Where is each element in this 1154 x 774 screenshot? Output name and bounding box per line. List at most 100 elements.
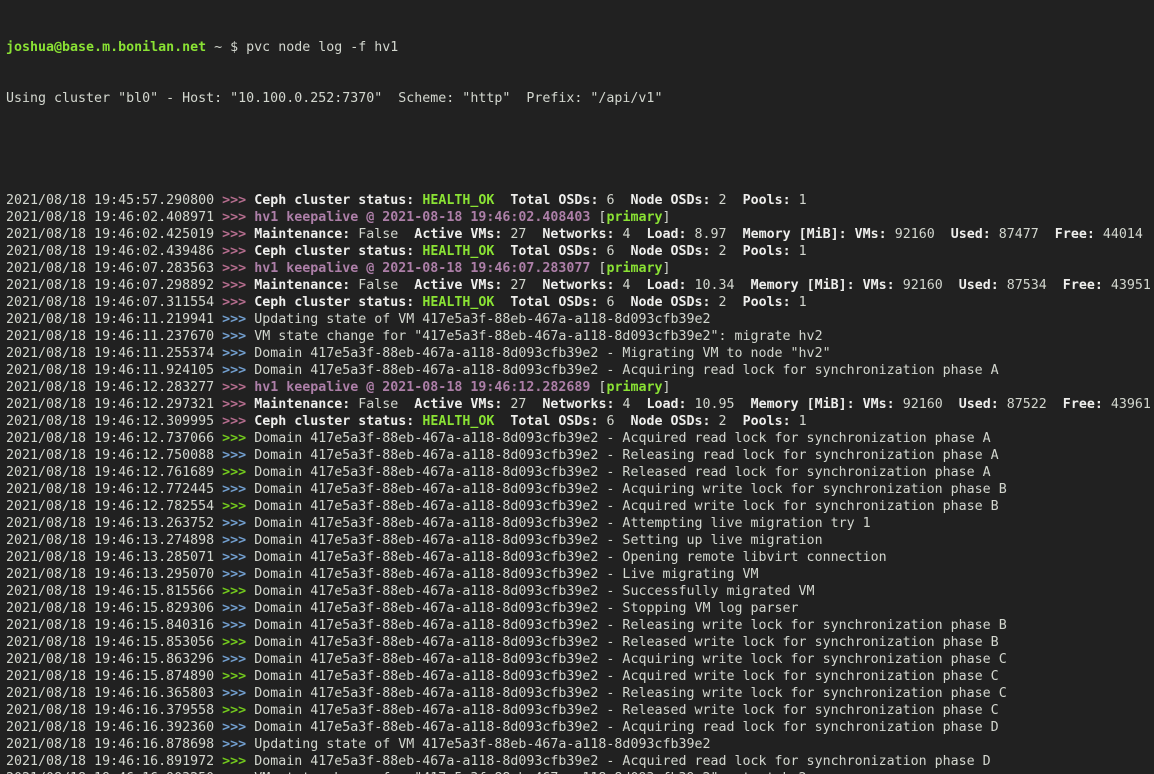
log-arrow-icon: >>> (222, 210, 254, 225)
prompt-line: joshua@base.m.bonilan.net ~ $ pvc node l… (6, 39, 1154, 56)
log-text-segment: Ceph cluster status: (254, 295, 422, 310)
log-text-segment: Domain 417e5a3f-88eb-467a-a118-8d093cfb3… (254, 346, 830, 361)
log-timestamp: 2021/08/18 19:46:12.782554 (6, 499, 222, 514)
log-timestamp: 2021/08/18 19:46:12.283277 (6, 380, 222, 395)
log-timestamp: 2021/08/18 19:46:12.309995 (6, 414, 222, 429)
log-line: 2021/08/18 19:46:15.829306 >>> Domain 41… (6, 600, 1154, 617)
log-text-segment: Load: (630, 397, 694, 412)
log-arrow-icon: >>> (222, 227, 254, 242)
log-line: 2021/08/18 19:46:16.878698 >>> Updating … (6, 736, 1154, 753)
log-timestamp: 2021/08/18 19:46:13.274898 (6, 533, 222, 548)
log-text-segment: Load: (630, 278, 694, 293)
log-line: 2021/08/18 19:46:12.309995 >>> Ceph clus… (6, 413, 1154, 430)
log-text-segment: Domain 417e5a3f-88eb-467a-a118-8d093cfb3… (254, 601, 798, 616)
log-text-segment: hv1 keepalive @ 2021-08-18 19:46:02.4084… (254, 210, 598, 225)
log-timestamp: 2021/08/18 19:46:11.255374 (6, 346, 222, 361)
log-text-segment: 1 (799, 414, 807, 429)
log-timestamp: 2021/08/18 19:46:12.772445 (6, 482, 222, 497)
log-line: 2021/08/18 19:46:16.365803 >>> Domain 41… (6, 685, 1154, 702)
log-text-segment: Memory [MiB]: VMs: (735, 278, 903, 293)
log-text-segment: Node OSDs: (614, 414, 718, 429)
log-text-segment: Free: (1047, 397, 1111, 412)
log-text-segment: ] (662, 261, 670, 276)
log-arrow-icon: >>> (222, 312, 254, 327)
log-arrow-icon: >>> (222, 363, 254, 378)
log-arrow-icon: >>> (222, 652, 254, 667)
log-timestamp: 2021/08/18 19:46:15.853056 (6, 635, 222, 650)
log-arrow-icon: >>> (222, 431, 254, 446)
log-text-segment: Node OSDs: (614, 244, 718, 259)
log-arrow-icon: >>> (222, 686, 254, 701)
log-text-segment: Free: (1047, 278, 1111, 293)
log-text-segment: Networks: (526, 227, 622, 242)
log-text-segment: 2 (719, 295, 727, 310)
log-line: 2021/08/18 19:46:07.311554 >>> Ceph clus… (6, 294, 1154, 311)
log-arrow-icon: >>> (222, 516, 254, 531)
log-line: 2021/08/18 19:46:13.285071 >>> Domain 41… (6, 549, 1154, 566)
log-text-segment: 10.95 (695, 397, 735, 412)
log-arrow-icon: >>> (222, 737, 254, 752)
log-text-segment: Total OSDs: (494, 414, 606, 429)
log-text-segment: 27 (510, 397, 526, 412)
log-text-segment: Free: (1039, 227, 1103, 242)
log-timestamp: 2021/08/18 19:46:16.891972 (6, 754, 222, 769)
log-arrow-icon: >>> (222, 533, 254, 548)
log-line: 2021/08/18 19:46:16.392360 >>> Domain 41… (6, 719, 1154, 736)
log-text-segment: Ceph cluster status: (254, 414, 422, 429)
log-line: 2021/08/18 19:46:12.283277 >>> hv1 keepa… (6, 379, 1154, 396)
log-text-segment: ] (662, 380, 670, 395)
log-line: 2021/08/18 19:46:15.863296 >>> Domain 41… (6, 651, 1154, 668)
terminal-screen[interactable]: joshua@base.m.bonilan.net ~ $ pvc node l… (0, 0, 1154, 774)
log-text-segment: Total OSDs: (494, 193, 606, 208)
log-timestamp: 2021/08/18 19:46:16.379558 (6, 703, 222, 718)
log-line: 2021/08/18 19:46:15.874890 >>> Domain 41… (6, 668, 1154, 685)
log-timestamp: 2021/08/18 19:46:15.863296 (6, 652, 222, 667)
log-text-segment: Domain 417e5a3f-88eb-467a-a118-8d093cfb3… (254, 465, 991, 480)
log-text-segment: HEALTH_OK (422, 244, 494, 259)
log-text-segment: 2 (719, 244, 727, 259)
log-text-segment: 27 (510, 278, 526, 293)
log-text-segment: 87534 (1007, 278, 1047, 293)
log-text-segment: Active VMs: (398, 397, 510, 412)
log-line: 2021/08/18 19:46:15.815566 >>> Domain 41… (6, 583, 1154, 600)
log-text-segment: Total OSDs: (494, 244, 606, 259)
log-timestamp: 2021/08/18 19:46:12.750088 (6, 448, 222, 463)
log-text-segment: 1 (799, 193, 807, 208)
log-arrow-icon: >>> (222, 584, 254, 599)
log-line: 2021/08/18 19:46:12.750088 >>> Domain 41… (6, 447, 1154, 464)
log-text-segment: Domain 417e5a3f-88eb-467a-a118-8d093cfb3… (254, 550, 886, 565)
log-timestamp: 2021/08/18 19:46:13.285071 (6, 550, 222, 565)
log-text-segment: Used: (943, 397, 1007, 412)
log-arrow-icon: >>> (222, 720, 254, 735)
prompt-command: pvc node log -f hv1 (246, 40, 398, 55)
log-text-segment: Domain 417e5a3f-88eb-467a-a118-8d093cfb3… (254, 482, 1007, 497)
log-text-segment: Pools: (727, 193, 799, 208)
log-text-segment: hv1 keepalive @ 2021-08-18 19:46:12.2826… (254, 380, 598, 395)
log-timestamp: 2021/08/18 19:46:07.311554 (6, 295, 222, 310)
log-timestamp: 2021/08/18 19:46:13.263752 (6, 516, 222, 531)
log-arrow-icon: >>> (222, 465, 254, 480)
log-line: 2021/08/18 19:46:11.255374 >>> Domain 41… (6, 345, 1154, 362)
log-text-segment: Memory [MiB]: VMs: (727, 227, 895, 242)
log-timestamp: 2021/08/18 19:46:15.829306 (6, 601, 222, 616)
log-timestamp: 2021/08/18 19:46:16.392360 (6, 720, 222, 735)
log-text-segment: Updating state of VM 417e5a3f-88eb-467a-… (254, 312, 710, 327)
log-text-segment: hv1 keepalive @ 2021-08-18 19:46:07.2830… (254, 261, 598, 276)
log-text-segment: Domain 417e5a3f-88eb-467a-a118-8d093cfb3… (254, 516, 870, 531)
log-arrow-icon: >>> (222, 550, 254, 565)
log-line: 2021/08/18 19:46:02.425019 >>> Maintenan… (6, 226, 1154, 243)
log-text-segment: 92160 (903, 397, 943, 412)
log-text-segment: Networks: (526, 397, 622, 412)
log-timestamp: 2021/08/18 19:46:07.283563 (6, 261, 222, 276)
log-text-segment: Domain 417e5a3f-88eb-467a-a118-8d093cfb3… (254, 584, 814, 599)
log-arrow-icon: >>> (222, 414, 254, 429)
log-text-segment: 1 (799, 295, 807, 310)
log-text-segment: Ceph cluster status: (254, 244, 422, 259)
log-text-segment: Domain 417e5a3f-88eb-467a-a118-8d093cfb3… (254, 567, 758, 582)
log-text-segment: Domain 417e5a3f-88eb-467a-a118-8d093cfb3… (254, 635, 999, 650)
log-lines: 2021/08/18 19:45:57.290800 >>> Ceph clus… (6, 192, 1154, 774)
log-arrow-icon: >>> (222, 635, 254, 650)
log-line: 2021/08/18 19:46:12.297321 >>> Maintenan… (6, 396, 1154, 413)
log-line: 2021/08/18 19:45:57.290800 >>> Ceph clus… (6, 192, 1154, 209)
log-text-segment: 43961 (1111, 397, 1151, 412)
